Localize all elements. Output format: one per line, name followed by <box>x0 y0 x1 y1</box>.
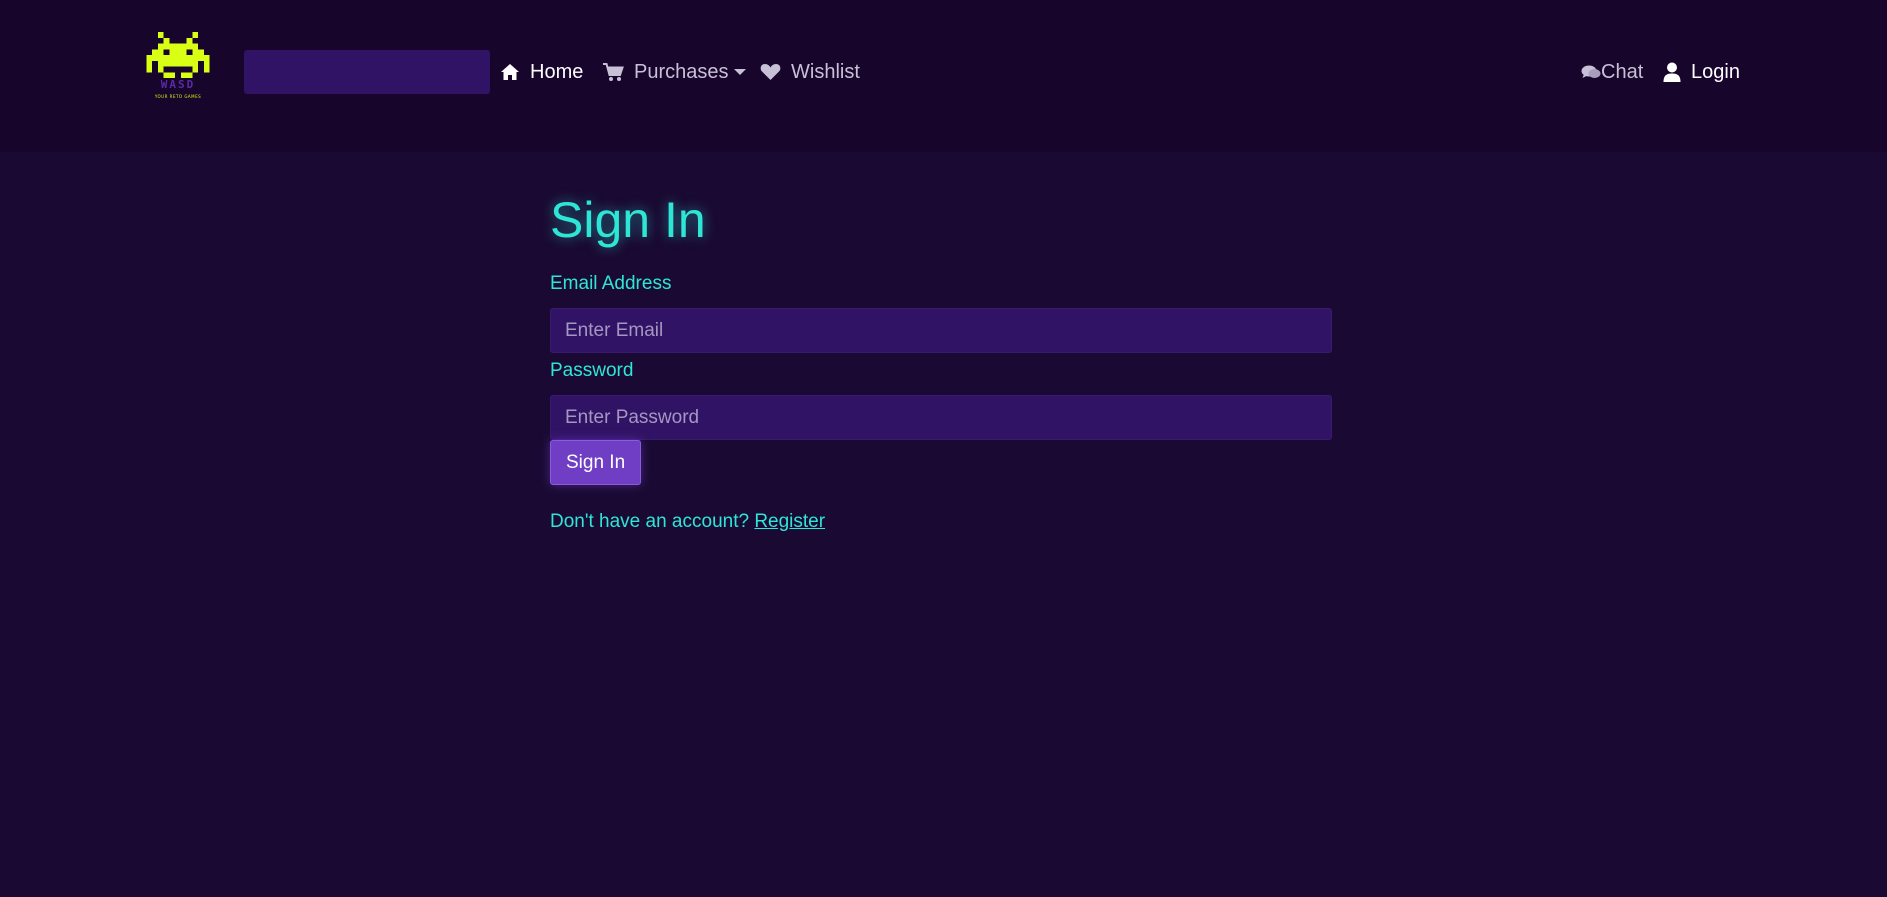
email-field[interactable] <box>550 308 1332 353</box>
nav-chat-link[interactable]: Chat <box>1581 58 1643 86</box>
home-icon <box>500 63 520 81</box>
logo[interactable]: WASD YOUR RETO GAMES <box>143 32 213 104</box>
email-label: Email Address <box>550 273 672 294</box>
space-invader-logo-icon <box>146 32 210 78</box>
nav-search-input[interactable] <box>244 50 490 94</box>
heart-icon <box>760 63 781 81</box>
register-link[interactable]: Register <box>754 511 825 532</box>
nav-chat-label: Chat <box>1601 60 1644 83</box>
chevron-down-icon <box>733 69 746 75</box>
password-field[interactable] <box>550 395 1332 440</box>
nav-purchases-label: Purchases <box>634 60 729 83</box>
navbar: WASD YOUR RETO GAMES Home Purchases Wish… <box>0 0 1887 152</box>
logo-text: WASD <box>160 78 196 91</box>
sign-in-button[interactable]: Sign In <box>550 440 642 485</box>
nav-login-link[interactable]: Login <box>1663 58 1740 86</box>
cart-icon <box>602 62 624 82</box>
nav-purchases-dropdown[interactable]: Purchases <box>602 58 746 86</box>
nav-wishlist-label: Wishlist <box>791 60 860 83</box>
nav-login-label: Login <box>1691 60 1740 83</box>
nav-home-link[interactable]: Home <box>500 58 583 86</box>
nav-home-label: Home <box>530 60 584 83</box>
chat-icon <box>1581 64 1601 80</box>
password-label: Password <box>550 360 634 381</box>
user-icon <box>1663 62 1681 82</box>
logo-subtext: YOUR RETO GAMES <box>154 94 202 99</box>
register-prompt-text: Don't have an account? <box>550 511 750 532</box>
nav-wishlist-link[interactable]: Wishlist <box>760 58 860 86</box>
sign-in-form: Sign In Email Address Password Sign In D… <box>550 190 1332 534</box>
page-title: Sign In <box>550 192 706 248</box>
register-prompt: Don't have an account? Register <box>550 510 1332 534</box>
